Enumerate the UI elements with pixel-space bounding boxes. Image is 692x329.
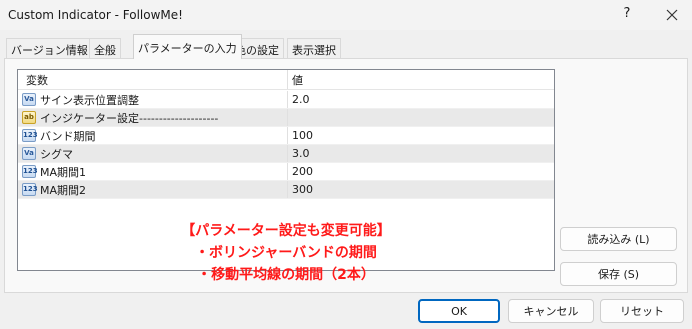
cancel-button[interactable]: キャンセル [508, 299, 594, 323]
row-value[interactable]: 3.0 [288, 145, 554, 162]
row-value[interactable]: 200 [288, 163, 554, 180]
row-value[interactable] [288, 109, 554, 126]
column-header-variable[interactable]: 変数 [18, 70, 288, 89]
tab-version-info[interactable]: バージョン情報 [6, 38, 93, 58]
column-header-value[interactable]: 値 [288, 70, 554, 89]
save-button[interactable]: 保存 (S) [560, 262, 677, 286]
variable-integer-icon: 123 [22, 129, 38, 142]
tab-visualization[interactable]: 表示選択 [287, 38, 341, 58]
table-row[interactable]: 123 MA期間1 200 [18, 163, 554, 181]
row-name: バンド期間 [40, 129, 96, 143]
annotation-heading: 【パラメーター設定も変更可能】 [181, 223, 391, 239]
row-value[interactable]: 300 [288, 181, 554, 198]
reset-button[interactable]: リセット [600, 299, 684, 323]
window-title: Custom Indicator - FollowMe! [8, 8, 183, 22]
table-row[interactable]: ab インジケーター設定-------------------- [18, 109, 554, 127]
row-name: シグマ [40, 147, 73, 161]
table-row[interactable]: 123 バンド期間 100 [18, 127, 554, 145]
variable-integer-icon: 123 [22, 165, 38, 178]
variable-double-icon: Va [22, 147, 36, 160]
row-name: MA期間2 [40, 183, 87, 197]
ok-button[interactable]: OK [418, 299, 500, 323]
table-row[interactable]: Va サイン表示位置調整 2.0 [18, 91, 554, 109]
row-value[interactable]: 2.0 [288, 91, 554, 108]
tab-general[interactable]: 全般 [89, 38, 121, 58]
annotation-item-bollinger: ・ボリンジャーバンドの期間 [195, 245, 377, 261]
grid-header-row: 変数 値 [18, 70, 554, 90]
variable-double-icon: Va [22, 93, 36, 106]
parameters-panel: 変数 値 Va サイン表示位置調整 2.0 ab インジケーター設定--------… [4, 58, 688, 293]
variable-string-icon: ab [22, 111, 36, 124]
row-name: インジケーター設定-------------------- [40, 111, 219, 125]
row-name: サイン表示位置調整 [40, 93, 139, 107]
annotation-item-moving-average: ・移動平均線の期間（2本） [197, 267, 375, 283]
parameters-grid: 変数 値 Va サイン表示位置調整 2.0 ab インジケーター設定--------… [17, 69, 555, 283]
close-icon[interactable] [662, 5, 682, 25]
title-bar: Custom Indicator - FollowMe! ? [0, 0, 692, 30]
help-button[interactable]: ? [619, 6, 635, 21]
table-row[interactable]: Va シグマ 3.0 [18, 145, 554, 163]
table-row[interactable]: 123 MA期間2 300 [18, 181, 554, 199]
tab-input-parameters[interactable]: パラメーターの入力 [133, 34, 242, 59]
load-button[interactable]: 読み込み (L) [560, 227, 677, 251]
row-value[interactable]: 100 [288, 127, 554, 144]
row-name: MA期間1 [40, 165, 87, 179]
variable-integer-icon: 123 [22, 183, 38, 196]
